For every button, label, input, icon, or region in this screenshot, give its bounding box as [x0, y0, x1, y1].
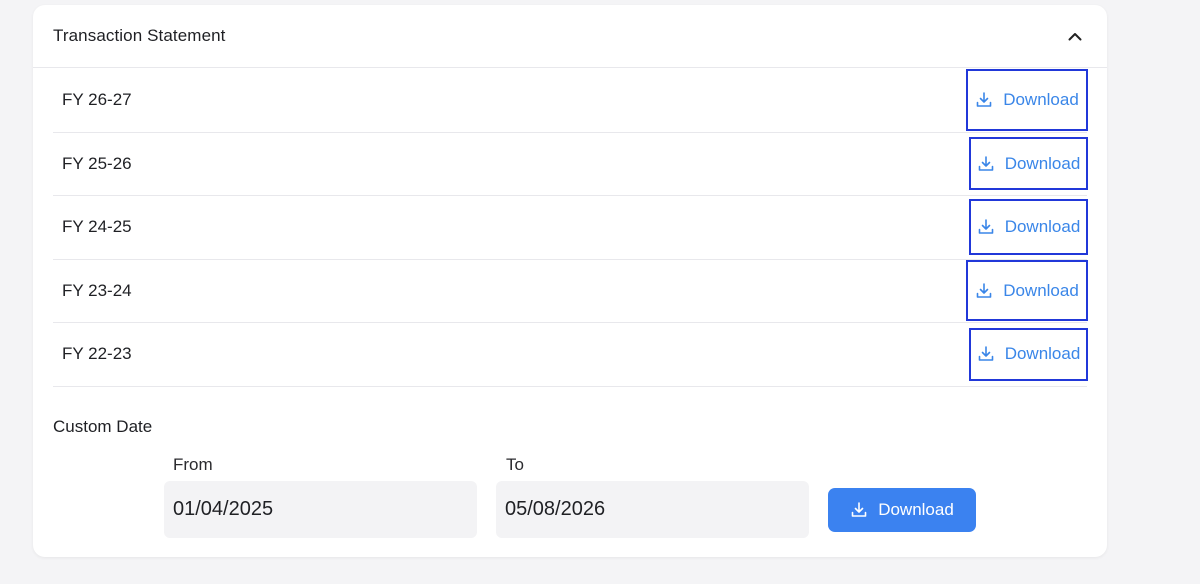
statement-row-fy22-23: FY 22-23 Download	[53, 323, 1088, 387]
custom-download-button[interactable]: Download	[828, 488, 976, 532]
download-icon	[975, 282, 993, 300]
download-button-fy26-27[interactable]: Download	[966, 69, 1088, 132]
download-icon	[975, 91, 993, 109]
statement-row-fy23-24: FY 23-24 Download	[53, 260, 1088, 323]
download-label: Download	[1004, 344, 1081, 364]
card-header[interactable]: Transaction Statement	[33, 5, 1107, 68]
from-label: From	[173, 455, 213, 474]
statement-label: FY 23-24	[62, 280, 132, 300]
from-date-field[interactable]: 01/04/2025	[164, 481, 477, 538]
download-icon	[977, 218, 995, 236]
to-date-field[interactable]: 05/08/2026	[496, 481, 809, 538]
statement-label: FY 24-25	[62, 217, 132, 237]
statement-row-fy25-26: FY 25-26 Download	[53, 133, 1088, 196]
chevron-up-icon[interactable]	[1063, 24, 1087, 48]
download-icon	[977, 155, 995, 173]
statement-label: FY 26-27	[62, 90, 132, 110]
statement-label: FY 22-23	[62, 344, 132, 364]
download-label: Download	[1003, 280, 1079, 300]
download-button-fy24-25[interactable]: Download	[969, 199, 1088, 256]
custom-date-title: Custom Date	[53, 417, 153, 436]
download-button-fy23-24[interactable]: Download	[966, 260, 1088, 322]
download-icon	[850, 501, 868, 519]
download-label: Download	[1004, 153, 1081, 173]
download-label: Download	[1004, 217, 1081, 237]
statement-row-fy26-27: FY 26-27 Download	[53, 69, 1088, 133]
statement-row-fy24-25: FY 24-25 Download	[53, 196, 1088, 260]
download-button-fy25-26[interactable]: Download	[969, 137, 1088, 191]
card-title: Transaction Statement	[53, 26, 226, 45]
download-button-fy22-23[interactable]: Download	[969, 327, 1088, 381]
download-label: Download	[1003, 90, 1079, 110]
statement-label: FY 25-26	[62, 153, 132, 173]
statement-list: FY 26-27 Download FY 25-26 Download FY 2…	[53, 69, 1088, 387]
custom-download-label: Download	[878, 500, 954, 519]
download-icon	[977, 345, 995, 363]
to-label: To	[506, 455, 524, 474]
transaction-statement-card: Transaction Statement FY 26-27 Download …	[33, 5, 1107, 557]
